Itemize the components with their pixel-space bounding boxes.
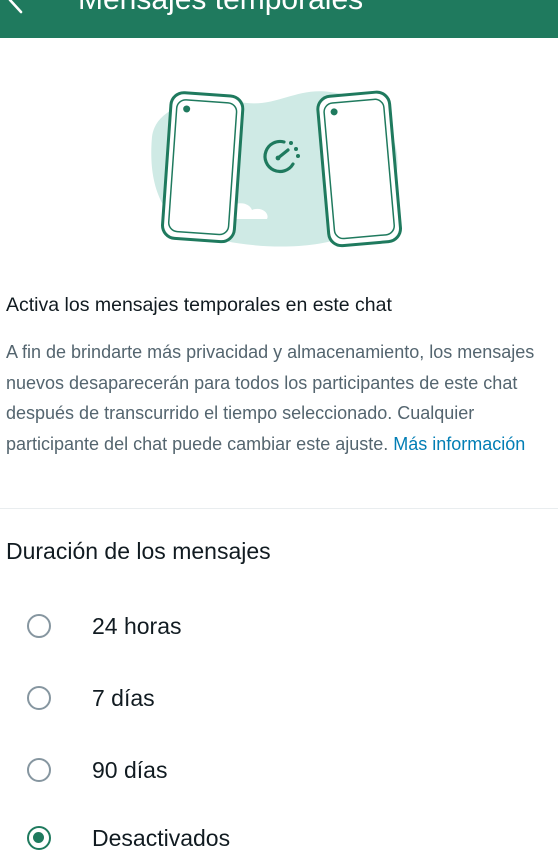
disappearing-messages-illustration xyxy=(151,90,402,248)
duration-option-label: 7 días xyxy=(92,685,155,711)
duration-option-off[interactable]: Desactivados xyxy=(0,812,558,868)
radio-button[interactable] xyxy=(27,686,51,710)
info-body: A fin de brindarte más privacidad y alma… xyxy=(6,337,546,459)
duration-option-label: Desactivados xyxy=(92,825,231,851)
duration-option-24h[interactable]: 24 horas xyxy=(0,598,558,654)
duration-section-title: Duración de los mensajes xyxy=(6,538,271,564)
radio-button-selected[interactable] xyxy=(27,826,51,850)
duration-option-7d[interactable]: 7 días xyxy=(0,670,558,726)
duration-option-90d[interactable]: 90 días xyxy=(0,742,558,798)
duration-option-label: 90 días xyxy=(92,757,168,783)
phone-right xyxy=(316,90,402,248)
app-bar: Mensajes temporales xyxy=(0,0,558,38)
arrow-back-icon[interactable] xyxy=(4,0,28,26)
more-info-link[interactable]: Más información xyxy=(393,434,525,454)
divider xyxy=(0,508,558,509)
app-bar-title: Mensajes temporales xyxy=(78,0,363,17)
radio-button[interactable] xyxy=(27,758,51,782)
radio-button[interactable] xyxy=(27,614,51,638)
phone-left xyxy=(161,91,245,244)
info-heading: Activa los mensajes temporales en este c… xyxy=(6,294,392,316)
duration-option-label: 24 horas xyxy=(92,613,182,639)
